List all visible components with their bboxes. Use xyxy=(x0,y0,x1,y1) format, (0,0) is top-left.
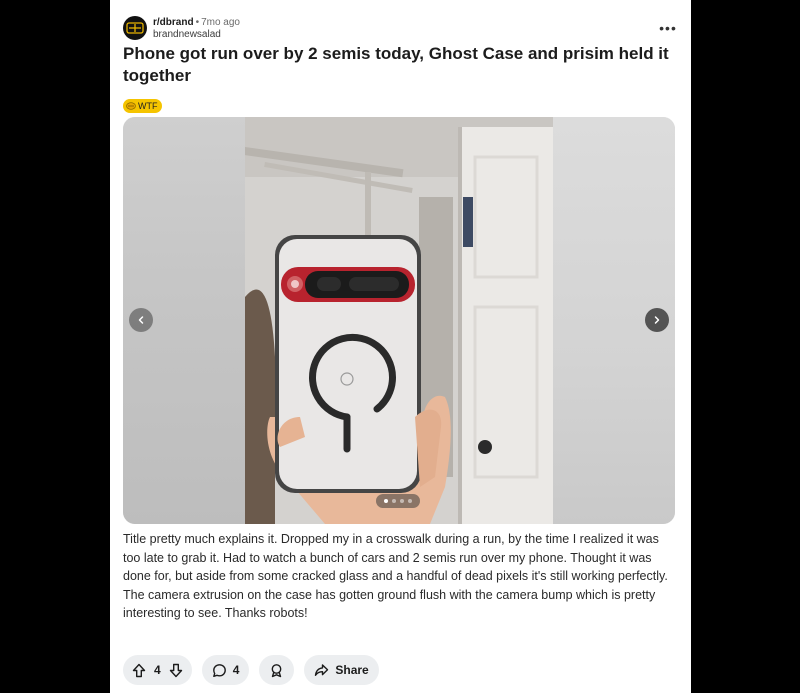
post-actions: 4 4 Share xyxy=(123,655,379,685)
post-header: r/dbrand • 7mo ago brandnewsalad ••• xyxy=(123,14,678,42)
chevron-left-icon xyxy=(138,316,144,324)
post-card: r/dbrand • 7mo ago brandnewsalad ••• Phone… xyxy=(110,0,691,693)
share-button[interactable]: Share xyxy=(304,655,379,685)
more-options-button[interactable]: ••• xyxy=(658,20,678,36)
subreddit-avatar[interactable] xyxy=(123,16,147,40)
pagination-dot[interactable] xyxy=(384,499,388,503)
post-flair[interactable]: WTF xyxy=(123,99,162,113)
post-author[interactable]: brandnewsalad xyxy=(153,29,221,41)
post-image[interactable] xyxy=(245,117,553,524)
pagination-dot[interactable] xyxy=(400,499,404,503)
downvote-arrow-icon[interactable] xyxy=(169,663,183,678)
image-gallery[interactable] xyxy=(123,117,675,524)
pagination-dot[interactable] xyxy=(392,499,396,503)
share-label: Share xyxy=(335,663,369,677)
post-body: Title pretty much explains it. Dropped m… xyxy=(123,532,668,620)
post-title[interactable]: Phone got run over by 2 semis today, Gho… xyxy=(123,43,683,87)
comment-count: 4 xyxy=(232,663,240,677)
gallery-prev-button[interactable] xyxy=(129,308,153,332)
post-meta: r/dbrand • 7mo ago xyxy=(153,17,240,29)
vote-control: 4 xyxy=(123,655,192,685)
post-time: 7mo ago xyxy=(201,17,240,28)
award-button[interactable] xyxy=(259,655,295,685)
award-icon xyxy=(271,663,282,677)
gallery-pagination xyxy=(376,494,420,508)
dbrand-logo-icon xyxy=(126,22,144,34)
subreddit-name[interactable]: r/dbrand xyxy=(153,17,194,28)
chevron-right-icon xyxy=(654,316,660,324)
gallery-next-button[interactable] xyxy=(645,308,669,332)
share-arrow-icon xyxy=(315,664,329,676)
upvote-arrow-icon[interactable] xyxy=(132,663,146,678)
emoji-icon xyxy=(126,102,136,110)
comments-button[interactable]: 4 xyxy=(201,655,250,685)
pagination-dot[interactable] xyxy=(408,499,412,503)
meta-separator: • xyxy=(195,17,200,28)
more-options-icon: ••• xyxy=(659,20,677,36)
comment-bubble-icon xyxy=(212,663,226,677)
vote-count: 4 xyxy=(154,663,161,677)
flair-label: WTF xyxy=(138,101,158,111)
